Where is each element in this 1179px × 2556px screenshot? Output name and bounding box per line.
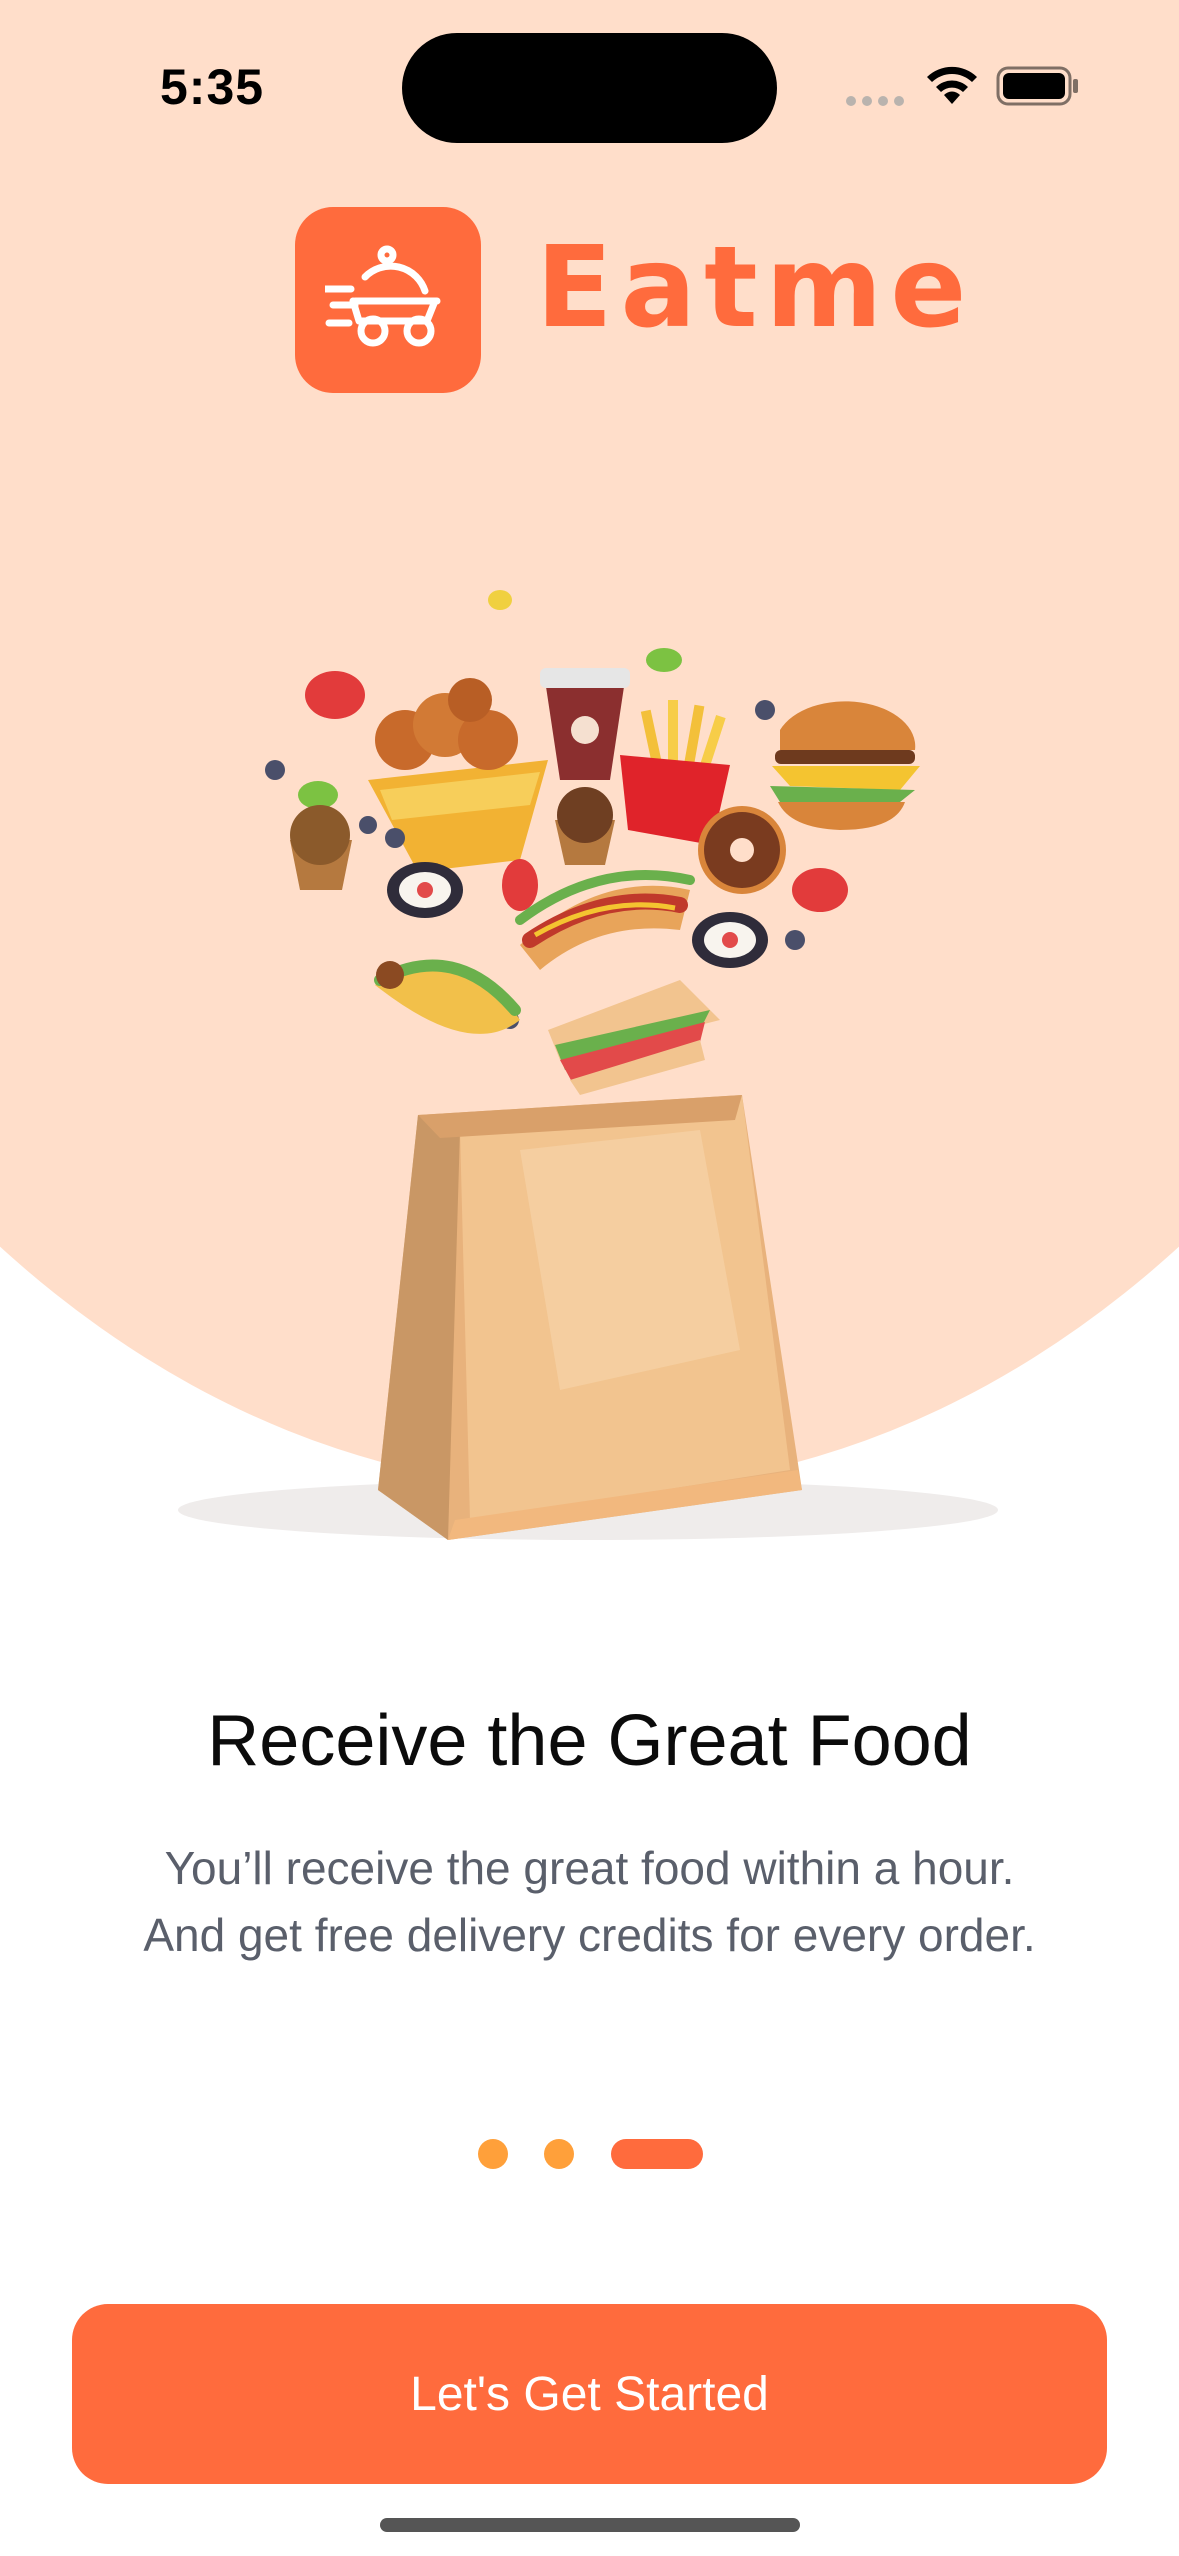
status-time: 5:35 [160,59,265,115]
coffee-cup-icon [540,668,630,780]
delivery-cloche-icon [325,245,441,347]
page-dot-1[interactable] [478,2139,508,2169]
onboarding-screen: 5:35 Eatme Receive the Great Food You’ll… [0,0,1179,2556]
page-dot-2[interactable] [544,2139,574,2169]
page-dot-3-active[interactable] [611,2139,703,2169]
onboarding-subtitle: You’ll receive the great food within a h… [0,1835,1179,1969]
brand-name: Eatme [536,223,975,353]
brand-logo [295,207,481,393]
subtitle-line-2: And get free delivery credits for every … [143,1909,1036,1961]
battery-icon [996,66,1078,106]
dynamic-island [402,33,777,143]
home-indicator[interactable] [380,2518,800,2532]
onboarding-title: Receive the Great Food [207,1701,972,1781]
food-bag-illustration [178,590,998,1540]
subtitle-line-1: You’ll receive the great food within a h… [164,1842,1015,1894]
burger-icon [770,701,920,830]
hotdog-icon [515,870,695,970]
status-bar: 5:35 [0,0,1179,150]
signal-icon [846,96,904,106]
sandwich-icon [548,980,720,1095]
donut-icon [698,806,786,894]
paper-bag-icon [378,1095,802,1540]
get-started-button[interactable]: Let's Get Started [72,2304,1107,2484]
wifi-icon [927,66,977,104]
taco-icon [374,959,521,1034]
